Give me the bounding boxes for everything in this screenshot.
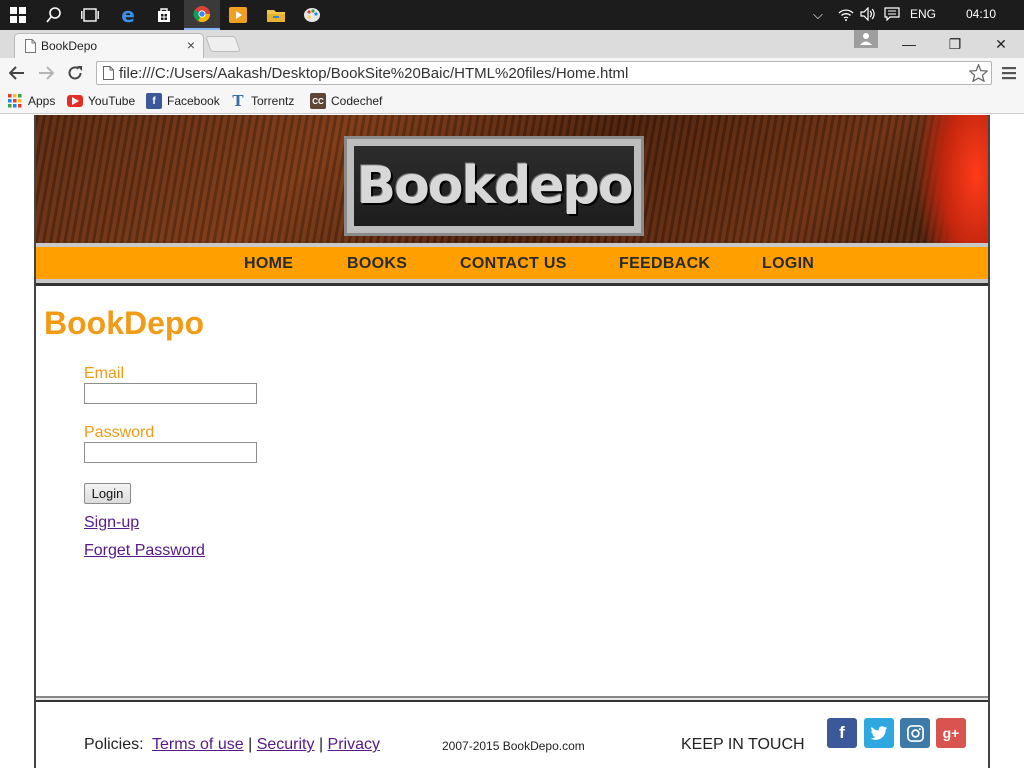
- bookmark-apps[interactable]: Apps: [7, 92, 55, 110]
- login-button[interactable]: Login: [84, 483, 131, 504]
- password-field[interactable]: [84, 442, 257, 463]
- web-page: Bookdepo HOME BOOKS CONTACT US FEEDBACK …: [0, 115, 1024, 768]
- browser-tab-strip: BookDepo × — ❐ ✕: [0, 30, 1024, 58]
- apps-grid-icon: [7, 93, 23, 109]
- instagram-icon[interactable]: [900, 718, 930, 748]
- windows-start-icon[interactable]: [0, 0, 36, 30]
- store-icon[interactable]: [146, 0, 182, 30]
- media-player-icon[interactable]: [220, 0, 256, 30]
- nav-contact-us[interactable]: CONTACT US: [460, 255, 567, 273]
- new-tab-button[interactable]: [205, 36, 241, 52]
- chrome-icon[interactable]: [184, 0, 220, 30]
- system-clock[interactable]: 04:10: [966, 7, 996, 21]
- privacy-link[interactable]: Privacy: [328, 736, 380, 753]
- security-link[interactable]: Security: [257, 736, 315, 753]
- page-title: BookDepo: [44, 305, 204, 341]
- link-separator: |: [318, 736, 324, 753]
- file-explorer-icon[interactable]: [258, 0, 294, 30]
- edge-browser-icon[interactable]: e: [110, 0, 146, 30]
- facebook-icon[interactable]: f: [827, 718, 857, 748]
- password-label: Password: [84, 424, 155, 441]
- nav-login[interactable]: LOGIN: [762, 255, 814, 273]
- volume-icon[interactable]: [860, 6, 876, 24]
- browser-tab[interactable]: BookDepo ×: [14, 33, 204, 58]
- email-field[interactable]: [84, 383, 257, 404]
- twitter-icon[interactable]: [864, 718, 894, 748]
- policies-label: Policies:: [84, 736, 144, 753]
- nav-home[interactable]: HOME: [244, 255, 293, 273]
- back-arrow-icon[interactable]: [5, 62, 29, 84]
- reload-icon[interactable]: [63, 62, 87, 84]
- task-view-icon[interactable]: [72, 0, 108, 30]
- paint-icon[interactable]: [294, 0, 330, 30]
- bookmark-label: Facebook: [167, 94, 220, 108]
- wifi-icon[interactable]: [838, 7, 854, 24]
- bookmark-facebook[interactable]: f Facebook: [146, 92, 220, 110]
- main-nav: HOME BOOKS CONTACT US FEEDBACK LOGIN: [36, 243, 988, 283]
- windows-taskbar: e ⌵ ENG 04:10: [0, 0, 1024, 30]
- page-icon: [25, 39, 36, 53]
- google-plus-icon[interactable]: g+: [936, 718, 966, 748]
- bookmark-label: Torrentz: [251, 94, 295, 108]
- bookmark-star-icon[interactable]: [969, 64, 988, 82]
- forgot-password-link[interactable]: Forget Password: [84, 542, 205, 560]
- codechef-icon: CC: [310, 93, 326, 109]
- nav-feedback[interactable]: FEEDBACK: [619, 255, 710, 273]
- bookmark-torrentz[interactable]: T Torrentz: [230, 92, 294, 110]
- terms-of-use-link[interactable]: Terms of use: [152, 736, 244, 753]
- logo-plate: Bookdepo: [354, 146, 634, 226]
- bookmark-youtube[interactable]: YouTube: [67, 92, 135, 110]
- site-logo[interactable]: Bookdepo: [344, 136, 644, 236]
- copyright-text: 2007-2015 BookDepo.com: [442, 739, 585, 753]
- chevron-up-icon[interactable]: ⌵: [813, 7, 823, 23]
- tab-title: BookDepo: [41, 39, 98, 53]
- search-icon[interactable]: [36, 0, 72, 30]
- tab-close-icon[interactable]: ×: [187, 37, 195, 53]
- keep-in-touch-label: KEEP IN TOUCH: [681, 736, 805, 753]
- forward-arrow-icon[interactable]: [34, 62, 58, 84]
- address-bar[interactable]: file:///C:/Users/Aakash/Desktop/BookSite…: [96, 61, 992, 85]
- action-center-icon[interactable]: [884, 7, 900, 24]
- bookmark-label: YouTube: [88, 94, 136, 108]
- signup-link[interactable]: Sign-up: [84, 514, 139, 532]
- close-window-button[interactable]: ✕: [978, 30, 1024, 58]
- menu-icon[interactable]: [997, 62, 1021, 84]
- bookmark-codechef[interactable]: CC Codechef: [310, 92, 382, 110]
- nav-divider: [36, 283, 988, 286]
- nav-books[interactable]: BOOKS: [347, 255, 407, 273]
- link-separator: |: [248, 736, 253, 753]
- footer-divider: [36, 696, 988, 702]
- bookmark-label: Codechef: [331, 94, 383, 108]
- footer-policies: Policies: Terms of use | Security | Priv…: [84, 736, 380, 754]
- site-banner: Bookdepo: [36, 115, 988, 243]
- url-text[interactable]: file:///C:/Users/Aakash/Desktop/BookSite…: [119, 65, 628, 82]
- language-indicator[interactable]: ENG: [910, 7, 936, 21]
- youtube-icon: [67, 95, 83, 107]
- bookmark-label: Apps: [28, 94, 56, 108]
- facebook-icon: f: [146, 93, 162, 109]
- logo-text: Bookdepo: [356, 156, 633, 216]
- bookmarks-bar: Apps YouTube f Facebook T Torrentz CC Co…: [0, 88, 1024, 114]
- torrentz-icon: T: [232, 92, 244, 110]
- minimize-button[interactable]: —: [886, 30, 932, 58]
- page-icon: [103, 66, 114, 80]
- restore-button[interactable]: ❐: [932, 30, 978, 58]
- email-label: Email: [84, 365, 125, 382]
- profile-icon[interactable]: [854, 30, 878, 48]
- browser-toolbar: file:///C:/Users/Aakash/Desktop/BookSite…: [0, 58, 1024, 88]
